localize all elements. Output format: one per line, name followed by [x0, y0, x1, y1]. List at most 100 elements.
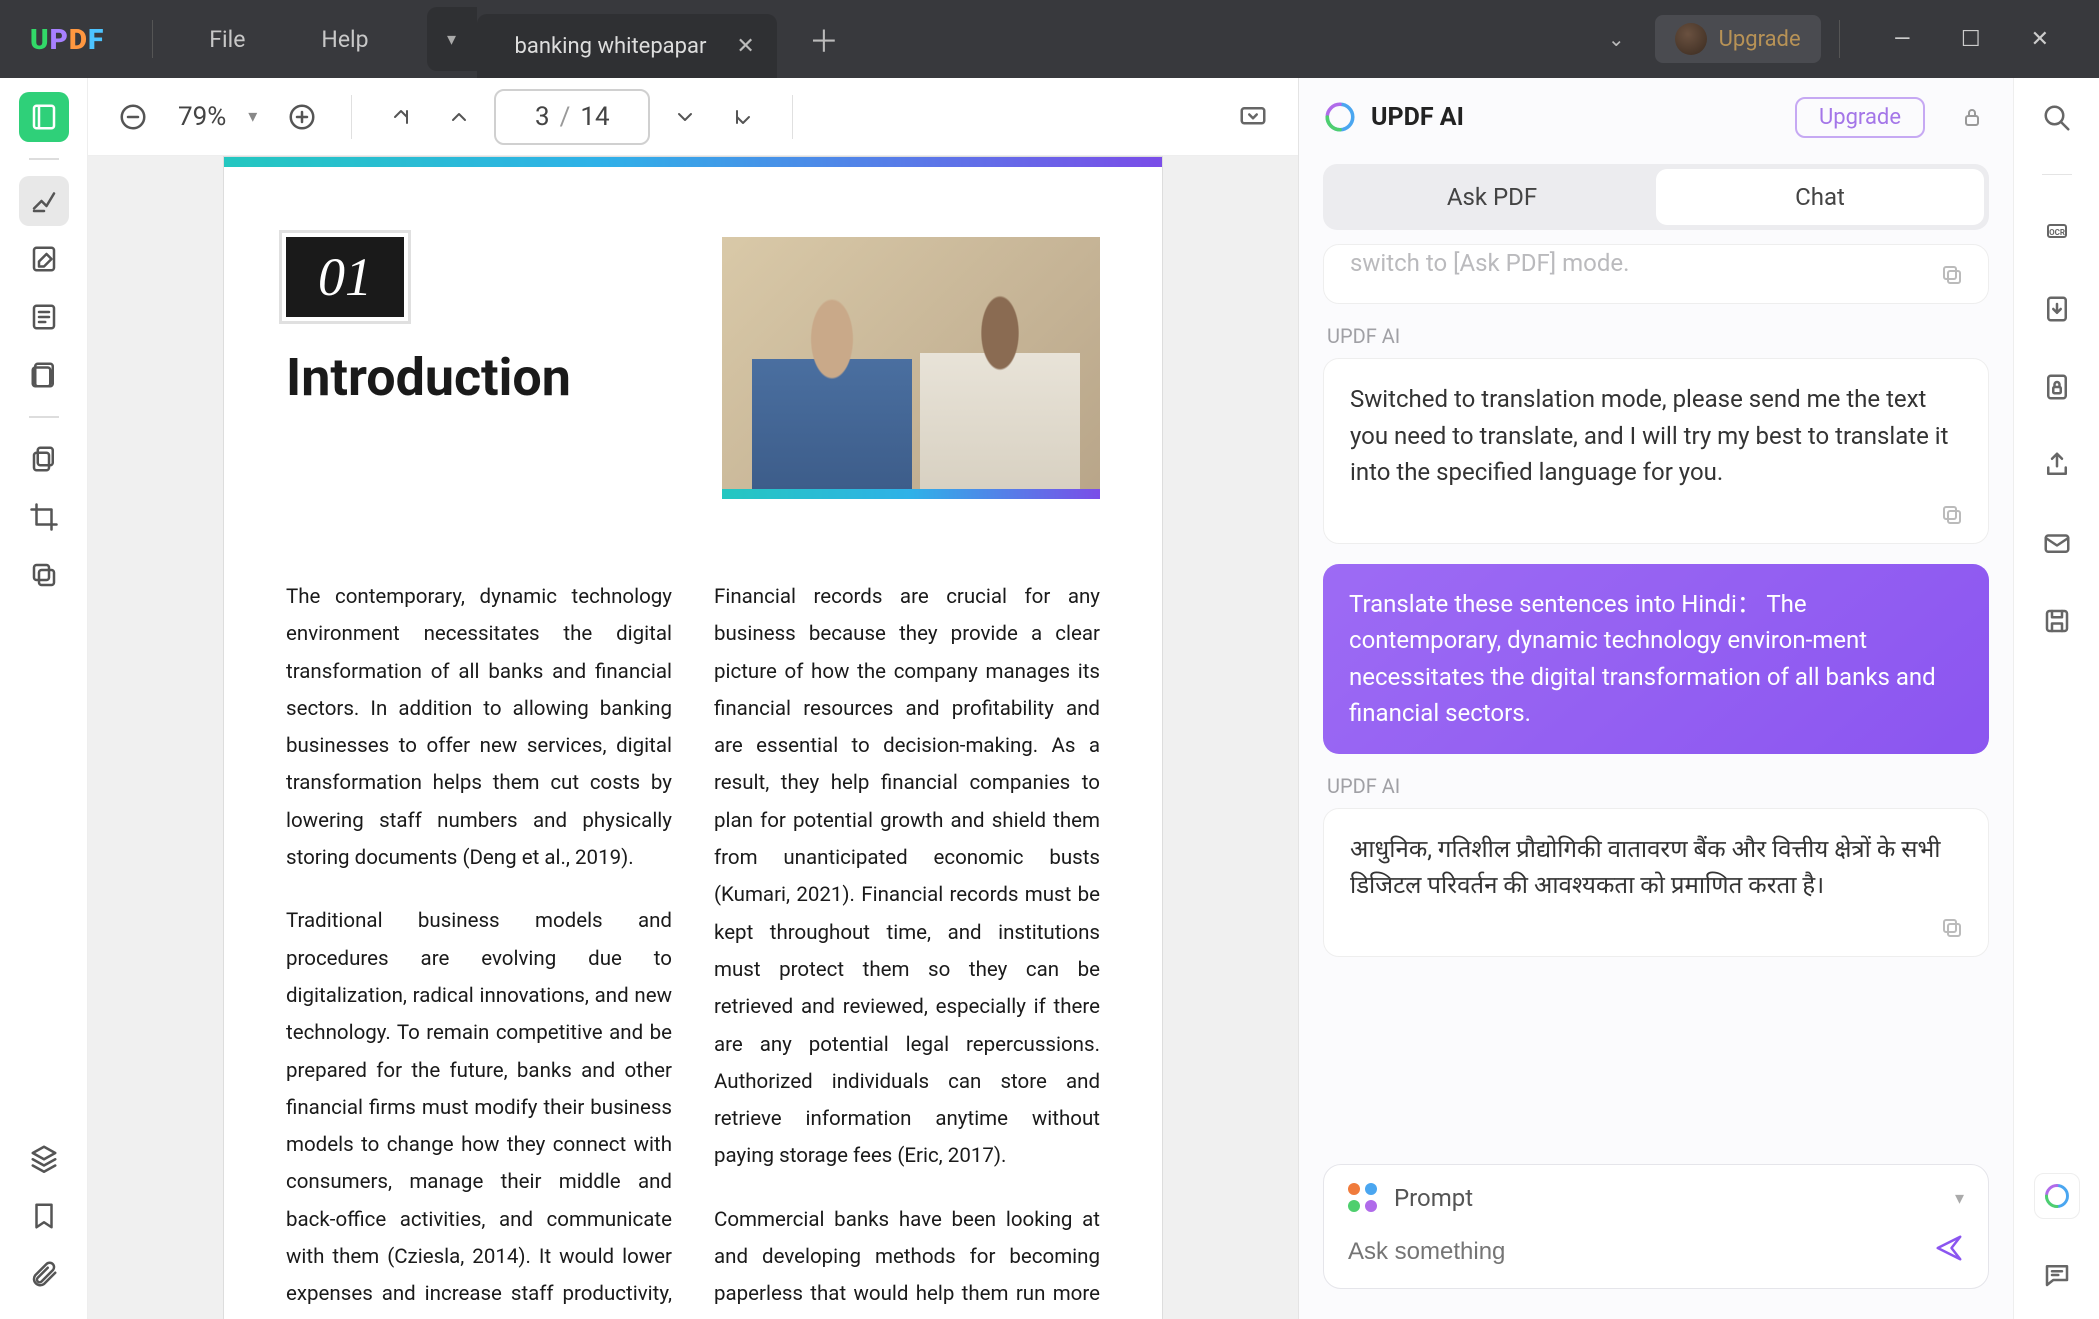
upgrade-button[interactable]: Upgrade [1655, 15, 1821, 63]
window-controls: — ☐ ✕ [1894, 27, 2049, 52]
paragraph: Traditional business models and procedur… [286, 903, 672, 1319]
sender-label: UPDF AI [1327, 324, 1989, 348]
left-sidebar [0, 78, 88, 1319]
reader-tool[interactable] [19, 92, 69, 142]
comment-button[interactable] [2035, 1253, 2079, 1297]
ocr-button[interactable]: OCR [2035, 209, 2079, 253]
layers-button[interactable] [19, 1133, 69, 1183]
zoom-in-button[interactable] [279, 94, 325, 140]
protect-button[interactable] [2035, 365, 2079, 409]
user-message: Translate these sentences into Hindi： Th… [1323, 564, 1989, 754]
tab-chat[interactable]: Chat [1656, 169, 1984, 225]
highlight-tool[interactable] [19, 176, 69, 226]
copy-tool[interactable] [19, 434, 69, 484]
titlebar-chevron-icon[interactable]: ⌄ [1608, 27, 1625, 51]
page-slash: / [560, 102, 571, 132]
prev-page-button[interactable] [436, 94, 482, 140]
crop-tool[interactable] [19, 492, 69, 542]
zoom-out-button[interactable] [110, 94, 156, 140]
section-title: Introduction [286, 347, 692, 408]
tab-ask-pdf[interactable]: Ask PDF [1328, 169, 1656, 225]
pdf-page: 01 Introduction The contemporary, dynami… [223, 156, 1163, 1319]
zoom-dropdown-icon[interactable]: ▾ [248, 106, 257, 127]
send-button[interactable] [1934, 1233, 1964, 1270]
avatar [1675, 23, 1707, 55]
duplicate-tool[interactable] [19, 550, 69, 600]
edit-tool[interactable] [19, 234, 69, 284]
copy-icon[interactable] [1940, 501, 1968, 529]
ai-mode-tabs: Ask PDF Chat [1323, 164, 1989, 230]
copy-icon[interactable] [1940, 261, 1968, 289]
divider [2042, 174, 2072, 175]
divider [29, 158, 59, 160]
form-tool[interactable] [19, 292, 69, 342]
page-tool[interactable] [19, 350, 69, 400]
save-button[interactable] [2035, 599, 2079, 643]
zoom-level: 79% [178, 102, 226, 132]
body-text: The contemporary, dynamic technology env… [286, 579, 1100, 1319]
divider [29, 416, 59, 418]
ai-title: UPDF AI [1371, 103, 1464, 132]
new-tab-button[interactable]: ＋ [809, 17, 839, 61]
ai-toggle-button[interactable] [2034, 1173, 2080, 1219]
minimize-button[interactable]: — [1894, 27, 1911, 52]
chat-input[interactable] [1348, 1238, 1934, 1266]
convert-button[interactable] [2035, 287, 2079, 331]
chevron-down-icon: ▾ [1955, 1188, 1964, 1209]
ai-message: switch to [Ask PDF] mode. [1323, 244, 1989, 304]
center-panel: 79% ▾ 3 / 14 [88, 78, 1299, 1319]
tab-list-dropdown[interactable]: ▾ [427, 7, 477, 71]
titlebar: UPDF File Help ▾ banking whitepapar ✕ ＋ … [0, 0, 2099, 78]
share-button[interactable] [2035, 443, 2079, 487]
ai-panel: UPDF AI Upgrade Ask PDF Chat switch to [… [1299, 78, 2013, 1319]
email-button[interactable] [2035, 521, 2079, 565]
close-button[interactable]: ✕ [2031, 27, 2049, 52]
message-text: आधुनिक, गतिशील प्रौद्योगिकी वातावरण बैंक… [1350, 835, 1941, 899]
ai-header: UPDF AI Upgrade [1299, 78, 2013, 156]
document-viewport[interactable]: 01 Introduction The contemporary, dynami… [88, 156, 1298, 1319]
next-page-button[interactable] [662, 94, 708, 140]
tab-bar: ▾ banking whitepapar ✕ ＋ [427, 0, 839, 78]
copy-icon[interactable] [1940, 914, 1968, 942]
paragraph: The contemporary, dynamic technology env… [286, 579, 672, 877]
svg-text:OCR: OCR [2049, 228, 2065, 237]
separator [351, 95, 352, 139]
ai-message: आधुनिक, गतिशील प्रौद्योगिकी वातावरण बैंक… [1323, 808, 1989, 957]
page-accent-bar [224, 157, 1162, 167]
close-tab-icon[interactable]: ✕ [736, 34, 754, 59]
bookmark-button[interactable] [19, 1191, 69, 1241]
menu-help[interactable]: Help [283, 26, 406, 53]
paragraph: Commercial banks have been looking at an… [714, 1202, 1100, 1319]
separator [1839, 20, 1840, 58]
right-sidebar: OCR [2013, 78, 2099, 1319]
last-page-button[interactable] [720, 94, 766, 140]
tab-title: banking whitepapar [515, 34, 707, 59]
ai-chat-scroll[interactable]: switch to [Ask PDF] mode. UPDF AI Switch… [1299, 244, 2013, 1154]
current-page: 3 [535, 102, 550, 132]
lock-icon[interactable] [1955, 100, 1989, 134]
page-indicator[interactable]: 3 / 14 [494, 89, 650, 145]
hero-image [722, 237, 1100, 499]
first-page-button[interactable] [378, 94, 424, 140]
message-text: Switched to translation mode, please sen… [1350, 385, 1948, 486]
sender-label: UPDF AI [1327, 774, 1989, 798]
ai-composer: Prompt ▾ [1323, 1164, 1989, 1289]
menu-file[interactable]: File [171, 26, 283, 53]
upgrade-label: Upgrade [1719, 27, 1801, 52]
ai-upgrade-button[interactable]: Upgrade [1795, 97, 1925, 138]
search-button[interactable] [2035, 96, 2079, 140]
prompt-icon [1348, 1183, 1378, 1213]
paragraph: Financial records are crucial for any bu… [714, 579, 1100, 1176]
view-toolbar: 79% ▾ 3 / 14 [88, 78, 1298, 156]
document-tab[interactable]: banking whitepapar ✕ [477, 14, 777, 78]
prompt-label: Prompt [1394, 1184, 1473, 1212]
presentation-button[interactable] [1230, 94, 1276, 140]
message-text: Translate these sentences into Hindi： Th… [1349, 590, 1936, 727]
section-number: 01 [286, 237, 404, 317]
ai-message: Switched to translation mode, please sen… [1323, 358, 1989, 543]
maximize-button[interactable]: ☐ [1961, 27, 1981, 52]
total-pages: 14 [580, 102, 609, 132]
app-logo: UPDF [0, 23, 134, 56]
attachment-button[interactable] [19, 1249, 69, 1299]
prompt-selector[interactable]: Prompt ▾ [1348, 1183, 1964, 1213]
